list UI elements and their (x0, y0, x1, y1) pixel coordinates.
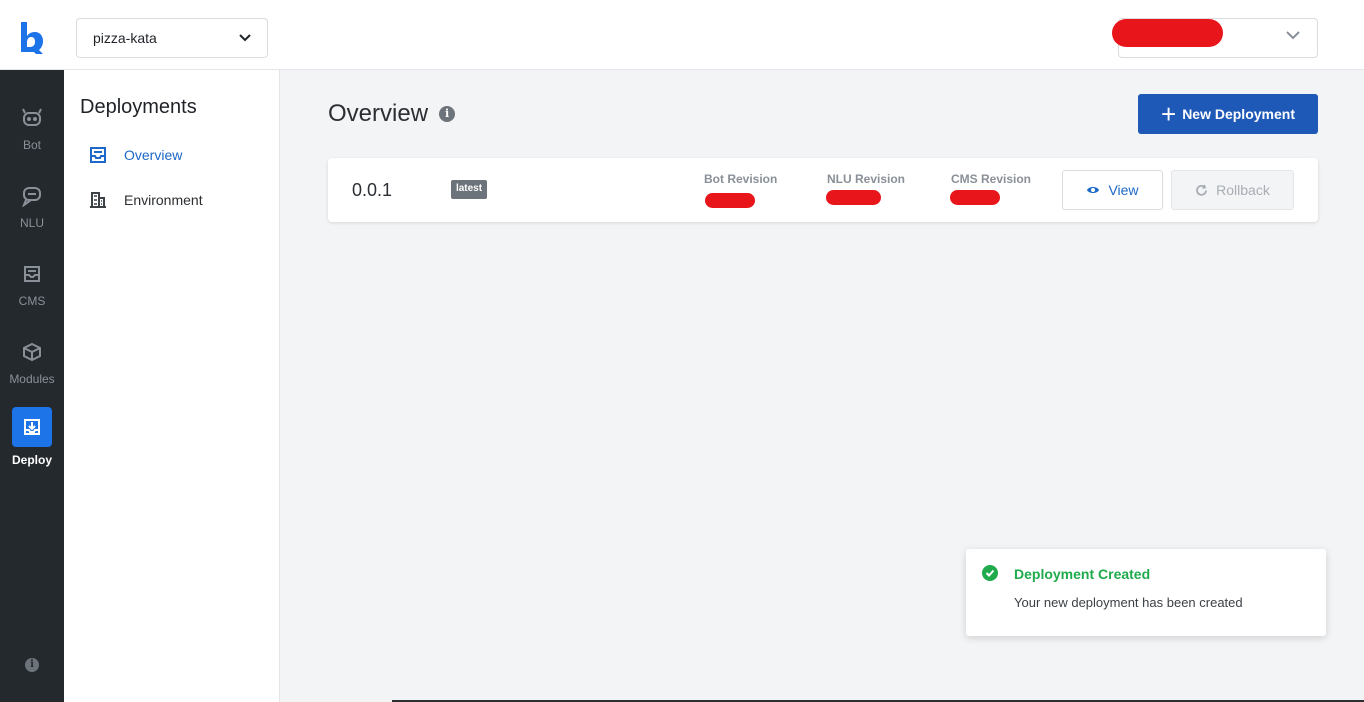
view-button[interactable]: View (1062, 170, 1163, 210)
eye-icon (1087, 187, 1100, 193)
bot-icon (12, 98, 52, 138)
latest-badge: latest (451, 180, 487, 199)
cms-revision-label: CMS Revision (951, 172, 1032, 186)
environment-icon (88, 190, 108, 210)
rail-item-deploy[interactable]: Deploy (0, 407, 64, 477)
rail-item-bot[interactable]: Bot (0, 98, 64, 168)
rail-item-modules[interactable]: Modules (0, 332, 64, 402)
sidebar-title: Deployments (80, 96, 197, 118)
sidebar-item-label: Environment (124, 192, 203, 208)
deployment-version: 0.0.1 (352, 180, 393, 200)
sidebar-item-environment[interactable]: Environment (88, 188, 203, 212)
redacted-nlu-revision (826, 190, 881, 205)
refresh-icon (1196, 184, 1208, 196)
deployment-row: 0.0.1 latest Bot Revision NLU Revision C… (328, 158, 1318, 222)
plus-icon: + (1161, 99, 1177, 129)
project-select-value: pizza-kata (93, 30, 157, 46)
rail-item-cms[interactable]: CMS (0, 254, 64, 324)
rail-label-modules: Modules (9, 372, 55, 386)
nlu-revision-label: NLU Revision (827, 172, 906, 186)
rail-label-bot: Bot (22, 138, 41, 152)
redacted-cms-revision (950, 190, 1000, 205)
redacted-bot-revision (705, 193, 755, 208)
rail-item-nlu[interactable]: NLU (0, 176, 64, 246)
overview-icon (88, 145, 108, 165)
toast-title: Deployment Created (1014, 566, 1151, 582)
page-title-text: Overview (328, 100, 429, 127)
rail-label-nlu: NLU (19, 216, 44, 230)
bot-revision-label: Bot Revision (704, 172, 778, 186)
new-deployment-button[interactable]: + New Deployment (1138, 94, 1318, 134)
rollback-label: Rollback (1216, 182, 1270, 198)
redacted-user-name (1112, 19, 1223, 47)
chevron-down-icon (239, 34, 251, 42)
sidebar-item-label: Overview (124, 147, 183, 163)
nlu-icon (12, 176, 52, 216)
modules-icon (12, 332, 52, 372)
view-label: View (1108, 182, 1139, 198)
rollback-button[interactable]: Rollback (1171, 170, 1294, 210)
top-bar: pizza-kata (0, 0, 1364, 70)
new-deployment-label: New Deployment (1182, 106, 1295, 122)
page-title: Overview i (328, 100, 456, 128)
deploy-icon (12, 407, 52, 447)
notification-toast[interactable]: Deployment Created Your new deployment h… (966, 549, 1326, 636)
deployments-sidebar: Deployments Overview Environment (64, 70, 280, 702)
main-nav-rail: Bot NLU CMS Modules Deploy i (0, 70, 64, 702)
info-icon[interactable]: i (25, 658, 39, 672)
sidebar-item-overview[interactable]: Overview (88, 143, 182, 167)
rail-label-cms: CMS (18, 294, 46, 308)
chevron-down-icon (1286, 31, 1300, 40)
info-icon[interactable]: i (439, 106, 456, 122)
rail-label-deploy: Deploy (11, 453, 52, 467)
toast-message: Your new deployment has been created (1014, 595, 1243, 610)
check-circle-icon (982, 565, 998, 581)
cms-icon (12, 254, 52, 294)
kata-logo-icon[interactable] (18, 20, 46, 56)
project-select[interactable]: pizza-kata (76, 18, 268, 58)
